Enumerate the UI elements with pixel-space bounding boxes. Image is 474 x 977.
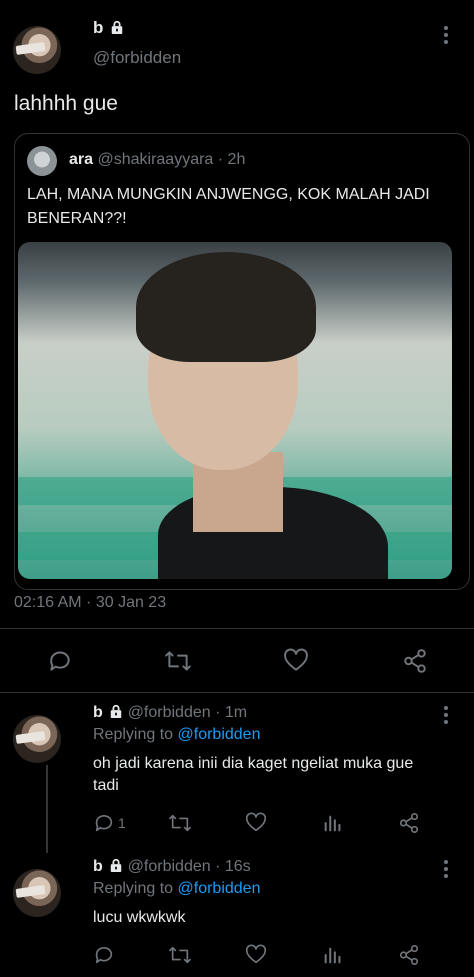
reply-header: b @forbidden · 1m [93, 704, 247, 722]
analytics-icon[interactable] [322, 944, 344, 966]
quoted-tweet-header: ara @shakiraayyara · 2h [69, 151, 245, 169]
like-icon[interactable] [245, 812, 267, 834]
reply-icon[interactable] [47, 648, 73, 674]
share-icon[interactable] [398, 812, 420, 834]
like-icon[interactable] [283, 648, 309, 674]
reply-avatar[interactable] [13, 869, 61, 917]
retweet-icon[interactable] [168, 812, 192, 834]
lock-icon [110, 704, 122, 718]
more-icon[interactable] [444, 706, 448, 727]
lock-icon [110, 858, 122, 872]
author-avatar[interactable] [13, 26, 61, 74]
more-icon[interactable] [444, 860, 448, 881]
reply-count: 1 [118, 815, 126, 831]
author-name-row[interactable]: b [93, 18, 124, 38]
reply-text: oh jadi karena inii dia kaget ngeliat mu… [93, 755, 414, 794]
analytics-icon[interactable] [322, 812, 344, 834]
tweet-timestamp[interactable]: 02:16 AM · 30 Jan 23 [14, 594, 166, 612]
quoted-tweet-text: LAH, MANA MUNGKIN ANJWENGG, KOK MALAH JA… [27, 186, 430, 227]
quoted-tweet-photo[interactable] [18, 242, 452, 579]
share-icon[interactable] [402, 648, 428, 674]
reply-header: b @forbidden · 16s [93, 858, 251, 876]
reply-author-name[interactable]: b [93, 704, 103, 721]
retweet-icon[interactable] [168, 944, 192, 966]
replying-to-link[interactable]: @forbidden [178, 880, 261, 897]
author-handle[interactable]: @forbidden [93, 48, 181, 68]
reply-icon[interactable] [93, 812, 115, 834]
replying-to-label: Replying to [93, 880, 174, 897]
replying-to: Replying to @forbidden [93, 726, 260, 744]
author-name[interactable]: b [93, 18, 103, 37]
quoted-author-name: ara [69, 151, 94, 168]
reply-author-name[interactable]: b [93, 858, 103, 875]
reply-text: lucu wkwkwk [93, 909, 186, 926]
quoted-author-handle: @shakiraayyara [97, 151, 214, 168]
thread-line [46, 765, 48, 853]
replying-to: Replying to @forbidden [93, 880, 260, 898]
reply-author-handle[interactable]: @forbidden [128, 704, 211, 721]
reply-icon[interactable] [93, 944, 115, 966]
quoted-author-avatar [27, 146, 57, 176]
reply-time: · 1m [215, 704, 248, 721]
divider [0, 628, 474, 629]
divider [0, 692, 474, 693]
quoted-tweet-time: · 2h [217, 151, 246, 168]
replying-to-link[interactable]: @forbidden [178, 726, 261, 743]
share-icon[interactable] [398, 944, 420, 966]
reply-author-handle[interactable]: @forbidden [128, 858, 211, 875]
tweet-text: lahhhh gue [14, 92, 118, 115]
reply-avatar[interactable] [13, 715, 61, 763]
quoted-tweet[interactable]: ara @shakiraayyara · 2h LAH, MANA MUNGKI… [14, 133, 470, 590]
more-icon[interactable] [444, 26, 448, 47]
replying-to-label: Replying to [93, 726, 174, 743]
lock-icon [111, 20, 123, 34]
retweet-icon[interactable] [164, 648, 192, 674]
like-icon[interactable] [245, 944, 267, 966]
reply-time: · 16s [215, 858, 251, 875]
